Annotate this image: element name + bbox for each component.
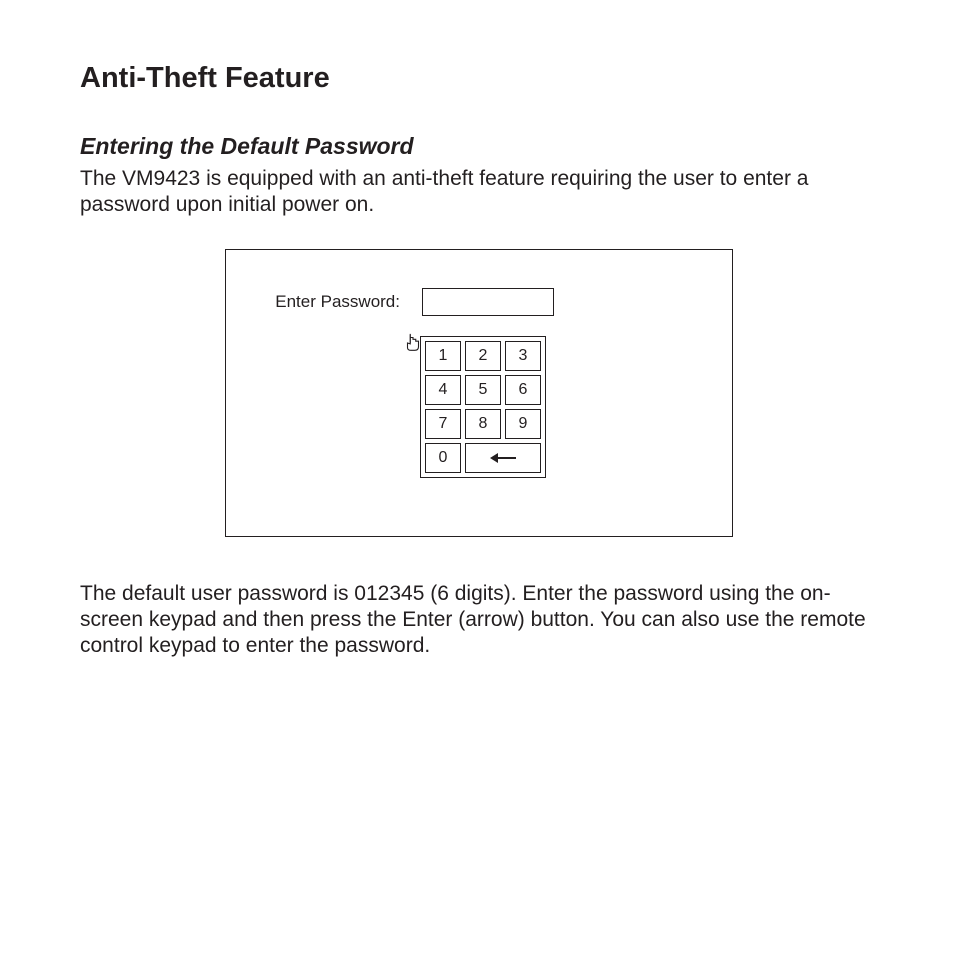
keypad: 1 2 3 4 5 6 7 8 9 0 <box>420 336 546 478</box>
key-1[interactable]: 1 <box>425 341 461 371</box>
key-5[interactable]: 5 <box>465 375 501 405</box>
key-7[interactable]: 7 <box>425 409 461 439</box>
key-8[interactable]: 8 <box>465 409 501 439</box>
key-6[interactable]: 6 <box>505 375 541 405</box>
key-2[interactable]: 2 <box>465 341 501 371</box>
key-9[interactable]: 9 <box>505 409 541 439</box>
keypad-row-1: 1 2 3 <box>423 339 543 373</box>
section-subtitle: Entering the Default Password <box>80 133 878 160</box>
password-input[interactable] <box>422 288 554 316</box>
enter-arrow-icon <box>490 454 516 462</box>
password-label: Enter Password: <box>252 292 422 312</box>
page-title: Anti-Theft Feature <box>80 62 878 95</box>
password-row: Enter Password: <box>252 288 706 316</box>
intro-paragraph: The VM9423 is equipped with an anti-thef… <box>80 166 878 219</box>
keypad-row-4: 0 <box>423 441 543 475</box>
keypad-row-2: 4 5 6 <box>423 373 543 407</box>
key-4[interactable]: 4 <box>425 375 461 405</box>
body-paragraph: The default user password is 012345 (6 d… <box>80 581 878 660</box>
key-enter[interactable] <box>465 443 541 473</box>
document-page: Anti-Theft Feature Entering the Default … <box>0 0 954 659</box>
key-0[interactable]: 0 <box>425 443 461 473</box>
screen-illustration-wrap: Enter Password: 1 2 3 4 5 6 <box>80 249 878 537</box>
keypad-row-3: 7 8 9 <box>423 407 543 441</box>
password-screen: Enter Password: 1 2 3 4 5 6 <box>225 249 733 537</box>
keypad-wrap: 1 2 3 4 5 6 7 8 9 0 <box>420 336 706 478</box>
key-3[interactable]: 3 <box>505 341 541 371</box>
